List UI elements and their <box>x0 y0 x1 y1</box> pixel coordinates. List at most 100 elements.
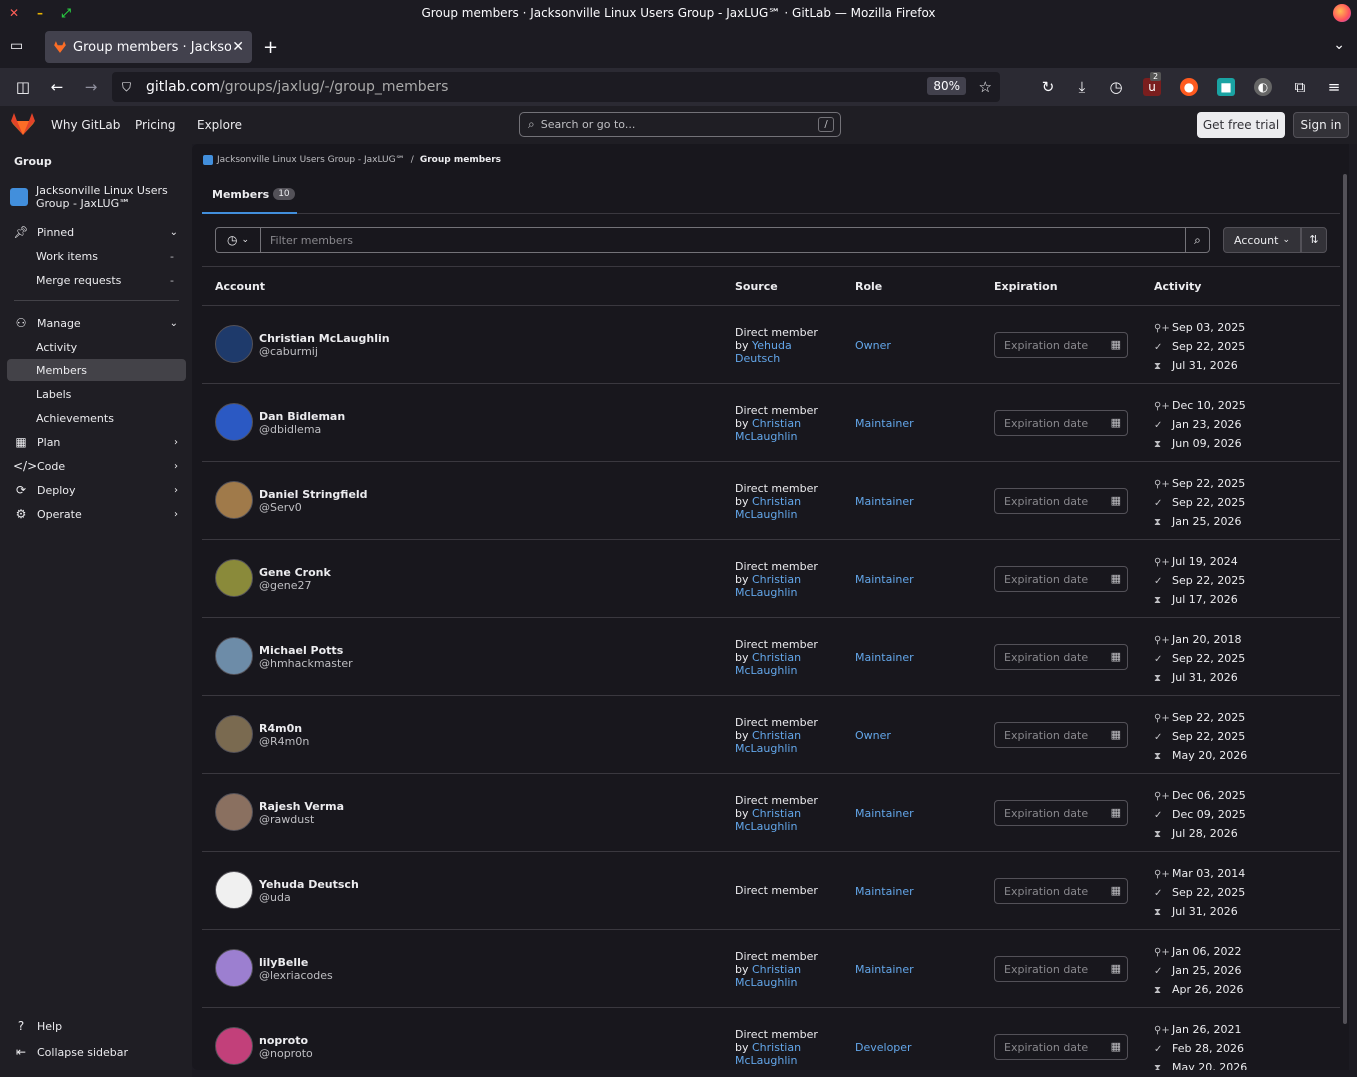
reload-icon[interactable]: ↻ <box>1038 77 1058 97</box>
brave-extension-icon[interactable]: ● <box>1180 78 1198 96</box>
expiration-date-input[interactable]: Expiration date ▦ <box>994 644 1128 670</box>
scrollbar[interactable] <box>1343 174 1347 1024</box>
tab-list-icon[interactable]: ▭ <box>10 38 28 54</box>
back-icon[interactable]: ← <box>47 77 67 97</box>
member-role[interactable]: Maintainer <box>855 495 914 508</box>
avatar[interactable] <box>215 325 253 363</box>
expiration-date-input[interactable]: Expiration date ▦ <box>994 332 1128 358</box>
sidebar-item-achievements[interactable]: Achievements <box>7 407 186 429</box>
member-name[interactable]: Michael Potts <box>259 644 343 657</box>
breadcrumb-group[interactable]: Jacksonville Linux Users Group - JaxLUG℠ <box>217 155 405 165</box>
avatar[interactable] <box>215 481 253 519</box>
expiration-date-input[interactable]: Expiration date ▦ <box>994 800 1128 826</box>
sidebar-toggle-icon[interactable]: ◫ <box>13 77 33 97</box>
sidebar-item-pinned[interactable]: 📌︎ Pinned ⌄ <box>7 221 186 243</box>
sidebar-collapse[interactable]: ⇤ Collapse sidebar <box>7 1041 186 1063</box>
url-text[interactable]: gitlab.com/groups/jaxlug/-/group_members <box>146 79 448 95</box>
download-icon[interactable]: ⤓ <box>1072 77 1092 97</box>
member-role[interactable]: Maintainer <box>855 651 914 664</box>
member-name[interactable]: noproto <box>259 1034 308 1047</box>
sidebar-item-manage[interactable]: ⚇ Manage ⌄ <box>7 312 186 334</box>
added-by-link[interactable]: McLaughlin <box>735 742 835 755</box>
member-role[interactable]: Maintainer <box>855 885 914 898</box>
search-icon[interactable]: ⌕ <box>1185 227 1210 253</box>
tab-members[interactable]: Members 10 <box>202 176 297 214</box>
expiration-date-input[interactable]: Expiration date ▦ <box>994 566 1128 592</box>
sidebar-help[interactable]: ? Help <box>7 1015 186 1037</box>
sidebar-item-plan[interactable]: ▦ Plan › <box>7 431 186 453</box>
avatar[interactable] <box>215 949 253 987</box>
nav-why-gitlab[interactable]: Why GitLab <box>51 118 120 132</box>
zoom-level[interactable]: 80% <box>927 77 966 95</box>
new-tab-icon[interactable]: + <box>263 37 278 58</box>
member-name[interactable]: R4m0n <box>259 722 302 735</box>
expiration-date-input[interactable]: Expiration date ▦ <box>994 956 1128 982</box>
minimize-window-icon[interactable]: – <box>32 5 48 21</box>
expiration-date-input[interactable]: Expiration date ▦ <box>994 722 1128 748</box>
added-by-link[interactable]: McLaughlin <box>735 1054 835 1067</box>
added-by-link[interactable]: Christian <box>752 1041 801 1054</box>
sidebar-item-merge-requests[interactable]: Merge requests - <box>7 269 186 291</box>
added-by-link[interactable]: Christian <box>752 651 801 664</box>
forward-icon[interactable]: → <box>81 77 101 97</box>
member-role[interactable]: Owner <box>855 729 891 742</box>
member-role[interactable]: Developer <box>855 1041 912 1054</box>
maximize-window-icon[interactable]: ⤢ <box>58 5 74 21</box>
history-icon[interactable]: ◷ <box>1106 77 1126 97</box>
added-by-link[interactable]: Christian <box>752 729 801 742</box>
gitlab-logo-icon[interactable] <box>10 112 36 136</box>
added-by-link[interactable]: Christian <box>752 573 801 586</box>
member-name[interactable]: Yehuda Deutsch <box>259 878 359 891</box>
member-role[interactable]: Maintainer <box>855 963 914 976</box>
avatar[interactable] <box>215 715 253 753</box>
member-role[interactable]: Maintainer <box>855 573 914 586</box>
avatar[interactable] <box>215 559 253 597</box>
nav-pricing[interactable]: Pricing <box>135 118 175 132</box>
sidebar-item-code[interactable]: </> Code › <box>7 455 186 477</box>
added-by-link[interactable]: McLaughlin <box>735 976 835 989</box>
sidebar-item-members[interactable]: Members <box>7 359 186 381</box>
added-by-link[interactable]: Christian <box>752 495 801 508</box>
added-by-link[interactable]: Deutsch <box>735 352 835 365</box>
added-by-link[interactable]: McLaughlin <box>735 586 835 599</box>
avatar[interactable] <box>215 793 253 831</box>
close-window-icon[interactable]: ✕ <box>6 5 22 21</box>
member-name[interactable]: Dan Bidleman <box>259 410 345 423</box>
avatar[interactable] <box>215 403 253 441</box>
recent-searches-button[interactable]: ◷ ⌄ <box>215 227 261 253</box>
expiration-date-input[interactable]: Expiration date ▦ <box>994 410 1128 436</box>
browser-tab[interactable]: Group members · Jacksonville Linux Users… <box>45 31 252 63</box>
member-name[interactable]: Gene Cronk <box>259 566 331 579</box>
added-by-link[interactable]: McLaughlin <box>735 664 835 677</box>
menu-hamburger-icon[interactable]: ≡ <box>1324 77 1344 97</box>
sidebar-item-deploy[interactable]: ⟳ Deploy › <box>7 479 186 501</box>
member-name[interactable]: lilyBelle <box>259 956 308 969</box>
sort-dropdown[interactable]: Account ⌄ <box>1223 227 1301 253</box>
bookmark-star-icon[interactable]: ☆ <box>979 78 992 96</box>
url-bar[interactable]: ⛉ gitlab.com/groups/jaxlug/-/group_membe… <box>112 72 1000 102</box>
member-name[interactable]: Rajesh Verma <box>259 800 344 813</box>
search-input[interactable]: ⌕ Search or go to... / <box>519 112 841 137</box>
save-extension-icon[interactable]: ■ <box>1217 78 1235 96</box>
sidebar-item-work-items[interactable]: Work items - <box>7 245 186 267</box>
sign-in-button[interactable]: Sign in <box>1293 112 1349 138</box>
sidebar-item-activity[interactable]: Activity <box>7 336 186 358</box>
avatar[interactable] <box>215 637 253 675</box>
extensions-puzzle-icon[interactable]: ⧉ <box>1290 77 1310 97</box>
sidebar-item-labels[interactable]: Labels <box>7 383 186 405</box>
member-role[interactable]: Owner <box>855 339 891 352</box>
added-by-link[interactable]: Christian <box>752 417 801 430</box>
member-name[interactable]: Daniel Stringfield <box>259 488 368 501</box>
breadcrumb-current[interactable]: Group members <box>420 155 501 165</box>
privacy-extension-icon[interactable]: ◐ <box>1254 78 1272 96</box>
sidebar-group-link[interactable]: Jacksonville Linux Users Group - JaxLUG℠ <box>10 184 185 210</box>
added-by-link[interactable]: McLaughlin <box>735 430 835 443</box>
added-by-link[interactable]: McLaughlin <box>735 508 835 521</box>
sort-direction-icon[interactable]: ⇅ <box>1301 227 1327 253</box>
sidebar-item-operate[interactable]: ⚙ Operate › <box>7 503 186 525</box>
avatar[interactable] <box>215 871 253 909</box>
avatar[interactable] <box>215 1027 253 1065</box>
close-tab-icon[interactable]: ✕ <box>232 39 244 55</box>
expiration-date-input[interactable]: Expiration date ▦ <box>994 1034 1128 1060</box>
get-free-trial-button[interactable]: Get free trial <box>1197 112 1285 138</box>
